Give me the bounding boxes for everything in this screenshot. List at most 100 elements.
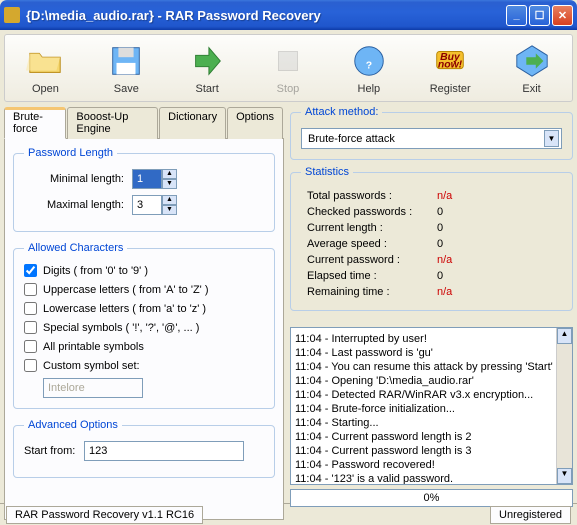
log-line: 11:04 - Detected RAR/WinRAR v3.x encrypt…	[295, 388, 568, 402]
help-icon: ?	[349, 41, 389, 81]
attack-method-label: Attack method:	[301, 106, 382, 118]
log-line: 11:04 - Current password length is 2	[295, 430, 568, 444]
arrow-right-icon	[187, 41, 227, 81]
log-line: 11:04 - Interrupted by user!	[295, 332, 568, 346]
maximize-button[interactable]: ☐	[529, 5, 550, 26]
stat-label-3: Average speed :	[307, 238, 437, 250]
stat-value-1: 0	[437, 206, 443, 218]
max-length-label: Maximal length:	[24, 199, 124, 211]
start-from-label: Start from:	[24, 445, 84, 457]
tab-bruteforce: Password Length Minimal length: ▲▼ Maxim…	[4, 139, 284, 520]
log-line: 11:04 - '123' is a valid password.	[295, 472, 568, 485]
log-line: 11:04 - Opening 'D:\media_audio.rar'	[295, 374, 568, 388]
allowed-check-1[interactable]	[24, 283, 37, 296]
statistics-legend: Statistics	[301, 166, 353, 178]
tab-brute-force[interactable]: Brute-force	[4, 107, 66, 139]
exit-button[interactable]: Exit	[504, 39, 560, 97]
log-output[interactable]: 11:04 - Interrupted by user!11:04 - Last…	[290, 327, 573, 485]
folder-icon	[25, 41, 65, 81]
min-down[interactable]: ▼	[162, 179, 177, 189]
stop-icon	[268, 41, 308, 81]
max-down[interactable]: ▼	[162, 205, 177, 215]
log-line: 11:04 - Starting...	[295, 416, 568, 430]
stat-label-6: Remaining time :	[307, 286, 437, 298]
allowed-label-5: Custom symbol set:	[43, 360, 140, 372]
tab-options[interactable]: Options	[227, 107, 283, 139]
allowed-check-0[interactable]	[24, 264, 37, 277]
attack-method-combo[interactable]: Brute-force attack ▼	[301, 128, 562, 149]
exit-icon	[512, 41, 552, 81]
max-length-input[interactable]	[132, 195, 162, 215]
allowed-label-0: Digits ( from '0' to '9' )	[43, 265, 148, 277]
custom-symbol-input[interactable]	[43, 378, 143, 398]
stat-value-0: n/a	[437, 190, 452, 202]
stat-value-6: n/a	[437, 286, 452, 298]
tool-label: Start	[196, 83, 219, 95]
min-length-label: Minimal length:	[24, 173, 124, 185]
start-button[interactable]: Start	[179, 39, 235, 97]
log-line: 11:04 - Current password length is 3	[295, 444, 568, 458]
status-version: RAR Password Recovery v1.1 RC16	[6, 506, 203, 524]
register-button[interactable]: Buynow! Register	[422, 39, 479, 97]
tool-label: Exit	[522, 83, 540, 95]
max-up[interactable]: ▲	[162, 195, 177, 205]
allowed-chars-legend: Allowed Characters	[24, 242, 127, 254]
progress-bar: 0%	[290, 489, 573, 507]
window-title: {D:\media_audio.rar} - RAR Password Reco…	[26, 8, 504, 23]
open-button[interactable]: Open	[17, 39, 73, 97]
buy-icon: Buynow!	[430, 41, 470, 81]
chevron-down-icon[interactable]: ▼	[544, 130, 559, 147]
floppy-icon	[106, 41, 146, 81]
log-line: 11:04 - Brute-force initialization...	[295, 402, 568, 416]
allowed-label-3: Special symbols ( '!', '?', '@', ... )	[43, 322, 199, 334]
save-button[interactable]: Save	[98, 39, 154, 97]
stat-label-4: Current password :	[307, 254, 437, 266]
allowed-label-2: Lowercase letters ( from 'a' to 'z' )	[43, 303, 206, 315]
allowed-check-4[interactable]	[24, 340, 37, 353]
stat-value-4: n/a	[437, 254, 452, 266]
tabs: Brute-forceBooost-Up EngineDictionaryOpt…	[4, 106, 284, 139]
stat-value-5: 0	[437, 270, 443, 282]
stat-value-3: 0	[437, 238, 443, 250]
start-from-input[interactable]	[84, 441, 244, 461]
min-length-input[interactable]	[132, 169, 162, 189]
stat-value-2: 0	[437, 222, 443, 234]
close-button[interactable]: ✕	[552, 5, 573, 26]
toolbar: Open Save Start Stop? Help Buynow! Register Exi…	[4, 34, 573, 102]
log-line: 11:04 - Last password is 'gu'	[295, 346, 568, 360]
tab-booost-up-engine[interactable]: Booost-Up Engine	[67, 107, 158, 139]
statusbar: RAR Password Recovery v1.1 RC16 Unregist…	[0, 503, 577, 525]
allowed-check-3[interactable]	[24, 321, 37, 334]
password-length-legend: Password Length	[24, 147, 117, 159]
tool-label: Help	[358, 83, 381, 95]
stat-label-0: Total passwords :	[307, 190, 437, 202]
advanced-legend: Advanced Options	[24, 419, 122, 431]
stat-label-2: Current length :	[307, 222, 437, 234]
attack-method-group: Attack method: Brute-force attack ▼	[290, 106, 573, 160]
allowed-check-2[interactable]	[24, 302, 37, 315]
min-up[interactable]: ▲	[162, 169, 177, 179]
svg-text:now!: now!	[438, 60, 463, 71]
tool-label: Save	[114, 83, 139, 95]
statistics-group: Statistics Total passwords :n/aChecked p…	[290, 166, 573, 311]
stop-button: Stop	[260, 39, 316, 97]
allowed-label-1: Uppercase letters ( from 'A' to 'Z' )	[43, 284, 209, 296]
allowed-check-5[interactable]	[24, 359, 37, 372]
titlebar: {D:\media_audio.rar} - RAR Password Reco…	[0, 0, 577, 30]
allowed-label-4: All printable symbols	[43, 341, 144, 353]
stat-label-1: Checked passwords :	[307, 206, 437, 218]
help-button[interactable]: ? Help	[341, 39, 397, 97]
tool-label: Open	[32, 83, 59, 95]
tool-label: Register	[430, 83, 471, 95]
minimize-button[interactable]: _	[506, 5, 527, 26]
advanced-options-group: Advanced Options Start from:	[13, 419, 275, 478]
allowed-chars-group: Allowed Characters Digits ( from '0' to …	[13, 242, 275, 409]
password-length-group: Password Length Minimal length: ▲▼ Maxim…	[13, 147, 275, 232]
svg-text:?: ?	[366, 61, 372, 72]
scrollbar[interactable]: ▲▼	[556, 328, 572, 484]
progress-text: 0%	[424, 492, 440, 504]
tab-dictionary[interactable]: Dictionary	[159, 107, 226, 139]
log-line: 11:04 - Password recovered!	[295, 458, 568, 472]
tool-label: Stop	[277, 83, 300, 95]
stat-label-5: Elapsed time :	[307, 270, 437, 282]
